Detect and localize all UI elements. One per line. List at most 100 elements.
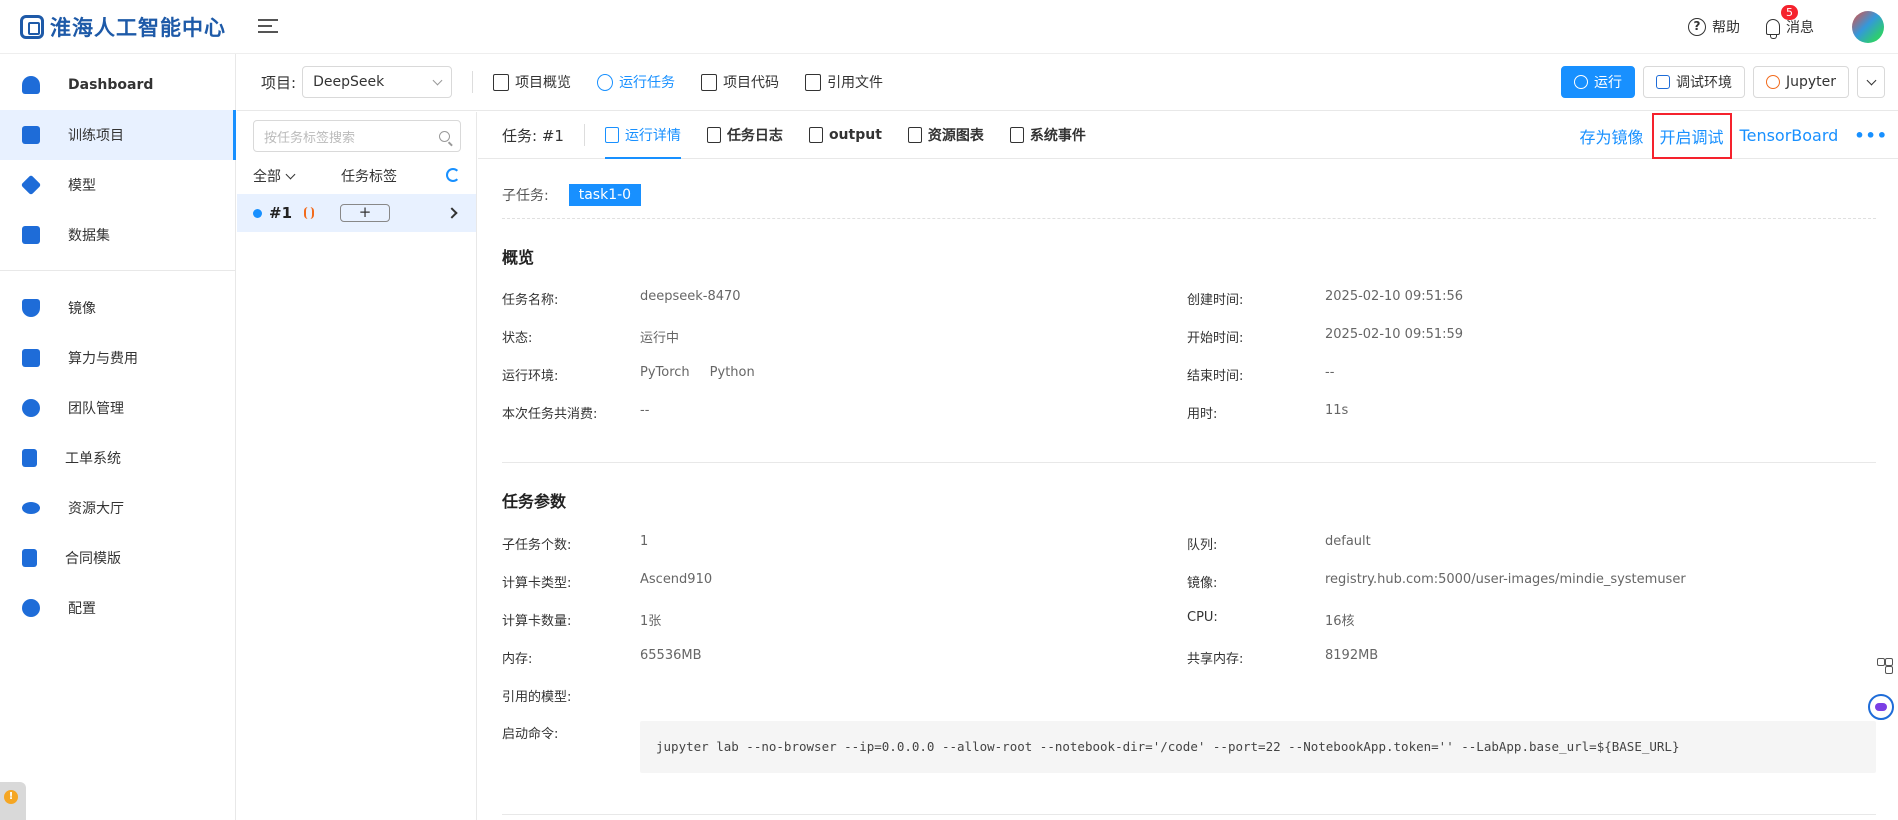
field-label: 队列: <box>1187 538 1218 553</box>
field-label: 用时: <box>1187 407 1218 422</box>
tab-system-events[interactable]: 系统事件 <box>1009 112 1086 159</box>
sidebar-item-contracts[interactable]: 合同模版 <box>0 533 235 583</box>
env-tag-python: Python <box>709 365 755 380</box>
sidebar-item-resource-hall[interactable]: 资源大厅 <box>0 483 235 533</box>
field-label: 计算卡数量: <box>502 614 572 629</box>
top-header: 淮海人工智能中心 ? 帮助 5 消息 <box>0 0 1898 54</box>
sidebar-item-dashboard[interactable]: Dashboard <box>0 60 235 110</box>
task-id: #1 <box>269 204 293 222</box>
sidebar-item-settings[interactable]: 配置 <box>0 583 235 633</box>
debug-env-button[interactable]: 调试环境 <box>1642 66 1745 98</box>
gear-icon <box>22 599 40 617</box>
env-tag-pytorch: PyTorch <box>640 365 690 380</box>
tab-output[interactable]: output <box>808 112 882 159</box>
sidebar-item-label: 资源大厅 <box>68 501 124 517</box>
field-value: -- <box>640 403 650 418</box>
sidebar-item-tickets[interactable]: 工单系统 <box>0 433 235 483</box>
task-row[interactable]: #1 + <box>237 194 476 232</box>
tab-resource-charts[interactable]: 资源图表 <box>907 112 984 159</box>
tab-label: 项目概览 <box>515 75 572 91</box>
refresh-icon[interactable] <box>446 168 460 182</box>
compute-cost-icon <box>22 349 40 367</box>
field-label: 启动命令: <box>502 727 559 742</box>
sidebar-item-compute-cost[interactable]: 算力与费用 <box>0 333 235 383</box>
more-icon[interactable]: ••• <box>1854 126 1888 145</box>
search-icon[interactable] <box>439 130 450 142</box>
save-as-image-link[interactable]: 存为镜像 <box>1574 124 1650 148</box>
log-icon <box>706 127 721 143</box>
shield-icon <box>22 299 40 317</box>
tensorboard-link[interactable]: TensorBoard <box>1734 126 1845 145</box>
field-value: 2025-02-10 09:51:59 <box>1325 327 1464 342</box>
contract-icon <box>22 549 37 567</box>
help-button[interactable]: ? 帮助 <box>1688 17 1740 37</box>
tab-task-logs[interactable]: 任务日志 <box>706 112 783 159</box>
notice-icon[interactable] <box>0 782 26 820</box>
code-icon <box>701 73 718 91</box>
sidebar-item-label: 训练项目 <box>68 128 124 144</box>
start-debug-link[interactable]: 开启调试 <box>1651 112 1732 159</box>
jupyter-icon <box>304 207 315 219</box>
messages-button[interactable]: 5 消息 <box>1766 5 1814 39</box>
avatar[interactable] <box>1852 11 1884 43</box>
project-toolbar: 项目: DeepSeek 项目概览 运行任务 项目代码 引用文件 运行 调试环境… <box>237 54 1898 111</box>
add-tag-button[interactable]: + <box>340 204 391 222</box>
project-label: 项目: <box>261 73 297 92</box>
jupyter-button[interactable]: Jupyter <box>1752 66 1849 98</box>
field-label: 结束时间: <box>1187 369 1244 384</box>
field-label: 任务名称: <box>502 293 559 308</box>
start-command-box[interactable]: jupyter lab --no-browser --ip=0.0.0.0 --… <box>640 721 1876 773</box>
sidebar-item-label: 模型 <box>68 178 96 194</box>
field-value: 2025-02-10 09:51:56 <box>1325 289 1464 304</box>
cube-icon <box>20 174 42 196</box>
messages-badge: 5 <box>1781 5 1798 20</box>
field-value: 1 <box>640 534 649 549</box>
task-detail-content: 子任务: task1-0 概览 任务名称: deepseek-8470 状态: … <box>478 160 1898 820</box>
field-value: 运行中 <box>640 331 680 346</box>
divider <box>502 814 1876 815</box>
logo-icon <box>20 15 44 39</box>
app-logo[interactable]: 淮海人工智能中心 <box>20 13 226 41</box>
sidebar-item-datasets[interactable]: 数据集 <box>0 210 235 260</box>
filter-all-dropdown[interactable]: 全部 <box>253 166 341 186</box>
chevron-right-icon[interactable] <box>446 207 458 219</box>
overview-title: 概览 <box>502 248 535 267</box>
assistant-bot-icon[interactable] <box>1868 694 1894 720</box>
field-label: 共享内存: <box>1187 652 1244 667</box>
sidebar-item-team[interactable]: 团队管理 <box>0 383 235 433</box>
field-label: 镜像: <box>1187 576 1218 591</box>
tab-project-code[interactable]: 项目代码 <box>701 72 779 92</box>
tab-running-tasks[interactable]: 运行任务 <box>597 72 675 92</box>
field-value: default <box>1325 534 1371 549</box>
tab-referenced-files[interactable]: 引用文件 <box>805 72 883 92</box>
logo-text: 淮海人工智能中心 <box>50 16 226 40</box>
files-icon <box>805 73 822 91</box>
field-label: 创建时间: <box>1187 293 1244 308</box>
project-select[interactable]: DeepSeek <box>302 66 453 98</box>
sidebar-item-models[interactable]: 模型 <box>0 160 235 210</box>
field-label: 本次任务共消费: <box>502 407 598 422</box>
sidebar-divider <box>0 270 235 271</box>
filter-all-label: 全部 <box>253 169 281 185</box>
field-label: 子任务个数: <box>502 538 572 553</box>
run-button[interactable]: 运行 <box>1560 66 1635 98</box>
field-label: 状态: <box>502 331 533 346</box>
chevron-down-icon <box>432 75 443 85</box>
sidebar-item-label: 工单系统 <box>65 451 121 467</box>
debug-env-label: 调试环境 <box>1675 75 1732 91</box>
sidebar-item-label: 算力与费用 <box>68 351 138 367</box>
subtask-tag[interactable]: task1-0 <box>568 184 642 206</box>
sidebar-item-label: 数据集 <box>68 228 110 244</box>
tab-project-overview[interactable]: 项目概览 <box>493 72 571 92</box>
sidebar-item-label: 合同模版 <box>65 551 121 567</box>
task-tag-search-input[interactable]: 按任务标签搜索 <box>253 120 461 152</box>
sidebar-item-images[interactable]: 镜像 <box>0 283 235 333</box>
field-value: 16核 <box>1325 614 1355 629</box>
tab-run-details[interactable]: 运行详情 <box>604 112 681 159</box>
menu-collapse-icon[interactable] <box>258 17 280 35</box>
tab-label: 项目代码 <box>723 75 780 91</box>
sidebar-item-training-projects[interactable]: 训练项目 <box>0 110 236 160</box>
more-actions-dropdown[interactable] <box>1857 66 1885 98</box>
grid-apps-icon[interactable] <box>1874 655 1894 675</box>
field-label: 内存: <box>502 652 533 667</box>
